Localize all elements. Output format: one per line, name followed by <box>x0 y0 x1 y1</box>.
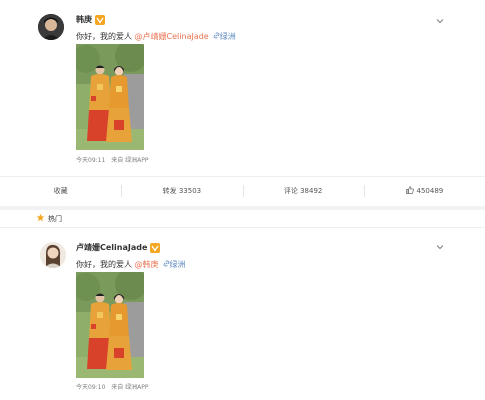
post-meta: 今天09:11 来自 绿洲APP <box>76 155 152 164</box>
post-time[interactable]: 今天09:10 <box>76 384 105 391</box>
avatar[interactable] <box>40 242 66 268</box>
hot-section-header: 热门 <box>36 213 62 224</box>
wedding-photo[interactable] <box>76 44 144 150</box>
hot-divider <box>0 227 485 228</box>
like-count: 450489 <box>416 187 444 195</box>
post-text: 你好，我的爱人 @卢靖姗CelinaJade 绿洲 <box>76 31 236 42</box>
avatar[interactable] <box>38 14 64 40</box>
comment-button[interactable]: 评论 38492 <box>242 177 364 205</box>
repost-label: 转发 33503 <box>162 187 202 195</box>
username[interactable]: 韩庚 <box>76 14 105 25</box>
verified-badge-icon <box>95 14 105 25</box>
verified-badge-icon <box>150 242 161 253</box>
location-link[interactable]: 绿洲 <box>170 260 186 269</box>
mention-link[interactable]: @卢靖姗CelinaJade <box>135 32 209 41</box>
post-text-body: 你好，我的爱人 <box>76 32 135 41</box>
mention-link[interactable]: @韩庚 <box>135 260 159 269</box>
post-text: 你好，我的爱人 @韩庚 绿洲 <box>76 259 186 270</box>
post-meta: 今天09:10 来自 绿洲APP <box>76 382 152 391</box>
username[interactable]: 卢靖姗CelinaJade <box>76 242 161 253</box>
repost-button[interactable]: 转发 33503 <box>121 177 242 205</box>
chevron-down-icon[interactable] <box>435 242 445 252</box>
weibo-post: 卢靖姗CelinaJade 你好，我的爱人 @韩庚 绿洲 今天09:10 来自 … <box>0 230 485 400</box>
weibo-post: 韩庚 你好，我的爱人 @卢靖姗CelinaJade 绿洲 今天09:11 来自 … <box>0 0 485 208</box>
location-link-icon <box>163 260 170 269</box>
location-link[interactable]: 绿洲 <box>220 32 236 41</box>
hot-label: 热门 <box>48 214 62 223</box>
like-button[interactable]: 450489 <box>363 177 485 206</box>
username-text[interactable]: 卢靖姗CelinaJade <box>76 242 147 253</box>
post-text-body: 你好，我的爱人 <box>76 260 135 269</box>
location-link-icon <box>213 32 220 41</box>
thumbs-up-icon <box>405 178 414 206</box>
wedding-photo[interactable] <box>76 272 144 378</box>
star-icon <box>36 213 45 224</box>
favorite-label: 收藏 <box>53 187 68 195</box>
favorite-button[interactable]: 收藏 <box>0 177 121 205</box>
chevron-down-icon[interactable] <box>435 16 445 26</box>
section-divider <box>0 206 485 210</box>
post-source[interactable]: 来自 绿洲APP <box>111 157 148 164</box>
action-bar: 收藏 转发 33503 评论 38492 450489 <box>0 176 485 205</box>
post-time[interactable]: 今天09:11 <box>76 157 105 164</box>
username-text[interactable]: 韩庚 <box>76 14 92 25</box>
comment-label: 评论 38492 <box>283 187 323 195</box>
post-source[interactable]: 来自 绿洲APP <box>111 384 148 391</box>
